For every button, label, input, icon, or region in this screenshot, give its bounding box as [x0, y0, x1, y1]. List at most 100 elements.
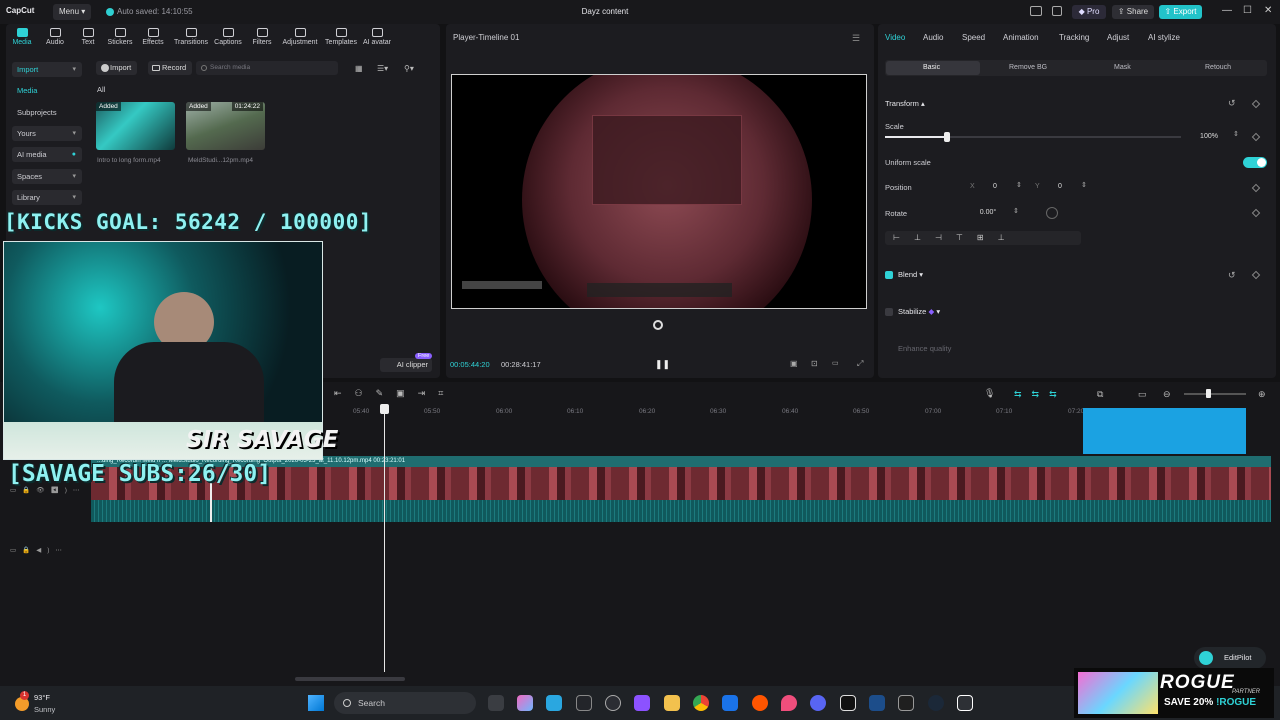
playhead-handle[interactable] [380, 404, 389, 414]
timeline-scrollbar[interactable] [295, 677, 405, 681]
media-item-thumbnail[interactable]: Added 01:24:22 [186, 102, 265, 150]
app-icon[interactable] [605, 695, 621, 711]
soundcloud-icon[interactable] [752, 695, 768, 711]
microphone-icon[interactable]: 🎙 [984, 388, 995, 399]
stepper-icon[interactable]: ⇕ [1013, 207, 1019, 215]
scale-value[interactable]: 100% [1192, 131, 1226, 143]
zoom-slider-handle[interactable] [1206, 389, 1211, 398]
fullscreen-quality-icon[interactable]: ▣ [790, 359, 798, 368]
copilot-icon[interactable] [517, 695, 533, 711]
grid-view-icon[interactable]: ▦ [355, 64, 363, 73]
filter-icon[interactable]: ⚲▾ [404, 64, 414, 73]
close-icon[interactable]: ✕ [1264, 5, 1272, 16]
zoom-out-icon[interactable]: ⊖ [1163, 389, 1171, 400]
scale-slider-handle[interactable] [944, 132, 951, 142]
sidebar-item-library[interactable]: Library ▾ [12, 190, 82, 205]
sidebar-item-import[interactable]: Import ▾ [12, 62, 82, 77]
maximize-icon[interactable]: ☐ [1243, 5, 1252, 16]
sidebar-item-subprojects[interactable]: Subprojects [12, 105, 82, 120]
windows-start-icon[interactable] [308, 695, 324, 711]
position-y-input[interactable]: 0 [1045, 181, 1075, 193]
ai-clipper-button[interactable]: AI clipper [380, 358, 432, 372]
reset-icon[interactable]: ↺ [1228, 270, 1236, 281]
file-explorer-icon[interactable] [664, 695, 680, 711]
shortcut-icon[interactable] [1052, 6, 1062, 16]
tab-ai-stylize[interactable]: AI stylize [1148, 33, 1180, 42]
sort-icon[interactable]: ☰▾ [377, 64, 388, 73]
blend-heading[interactable]: Blend ▾ [898, 270, 923, 279]
tab-templates[interactable]: Templates [323, 28, 359, 46]
rotate-dial-icon[interactable] [1046, 207, 1058, 219]
chrome-icon[interactable] [693, 695, 709, 711]
tab-audio-inspector[interactable]: Audio [923, 33, 943, 42]
stabilize-checkbox[interactable] [885, 308, 893, 316]
app-icon[interactable] [722, 695, 738, 711]
menu-button[interactable]: Menu ▾ [53, 4, 92, 20]
timeline-tools[interactable]: ⇤⚇✎▣⇥⌗ [334, 388, 456, 399]
rotate-handle-icon[interactable] [653, 320, 663, 330]
preview-axis-icon[interactable]: ⧉ [1097, 389, 1103, 400]
track-controls[interactable]: ▭🔒◀)⋯ [10, 546, 68, 554]
subtab-mask[interactable]: Mask [1114, 64, 1131, 71]
tab-transitions[interactable]: Transitions [172, 28, 210, 46]
subtab-remove-bg[interactable]: Remove BG [1009, 64, 1047, 71]
app-icon[interactable] [576, 695, 592, 711]
taskbar-search[interactable]: Search [334, 692, 476, 714]
tab-adjust[interactable]: Adjust [1107, 33, 1129, 42]
position-x-input[interactable]: 0 [980, 181, 1010, 193]
pro-button[interactable]: ◆ Pro [1072, 5, 1106, 19]
sidebar-item-spaces[interactable]: Spaces ▾ [12, 169, 82, 184]
layout-icon[interactable] [1030, 6, 1042, 16]
tab-speed[interactable]: Speed [962, 33, 985, 42]
zoom-in-icon[interactable]: ⊕ [1258, 389, 1266, 400]
reset-icon[interactable]: ↺ [1228, 98, 1236, 109]
discord-icon[interactable] [810, 695, 826, 711]
align-icons[interactable]: ⊢⊥⊣⊤⊞⊥ [893, 233, 1019, 242]
snap-link-icons[interactable]: ⇆⇆⇆ [1014, 389, 1067, 400]
stepper-icon[interactable]: ⇕ [1016, 181, 1022, 189]
video-preview[interactable] [451, 74, 867, 309]
steam-icon[interactable] [928, 695, 944, 711]
export-button[interactable]: ⇧ Export [1159, 5, 1202, 19]
playhead[interactable] [384, 404, 385, 672]
tab-effects[interactable]: Effects [136, 28, 170, 46]
subtab-basic[interactable]: Basic [923, 64, 940, 71]
capcut-active-icon[interactable] [957, 695, 973, 711]
stepper-icon[interactable]: ⇕ [1081, 181, 1087, 189]
capcut-icon[interactable] [840, 695, 856, 711]
tab-adjustment[interactable]: Adjustment [280, 28, 320, 46]
tab-animation[interactable]: Animation [1003, 33, 1039, 42]
tab-audio[interactable]: Audio [38, 28, 72, 46]
rotate-input[interactable]: 0.00° [968, 207, 1008, 219]
audio-waveform[interactable] [91, 500, 1271, 522]
crop-icon[interactable]: ⊡ [811, 359, 818, 368]
tab-filters[interactable]: Filters [245, 28, 279, 46]
stabilize-heading[interactable]: Stabilize ◆ ▾ [898, 307, 940, 316]
share-button[interactable]: ⇪ Share [1112, 5, 1154, 19]
tab-text[interactable]: Text [71, 28, 105, 46]
player-menu-icon[interactable]: ☰ [852, 33, 860, 44]
caption-icon[interactable]: ▭ [1138, 389, 1147, 400]
sidebar-item-ai-media[interactable]: AI media ● [12, 147, 82, 162]
subtab-retouch[interactable]: Retouch [1205, 64, 1231, 71]
tab-tracking[interactable]: Tracking [1059, 33, 1089, 42]
maps-icon[interactable] [781, 695, 797, 711]
sidebar-item-yours[interactable]: Yours ▾ [12, 126, 82, 141]
tab-ai-avatar[interactable]: AI avatar [361, 28, 393, 46]
uniform-scale-toggle[interactable] [1243, 157, 1267, 168]
meld-icon[interactable] [869, 695, 885, 711]
desktop-app-icon[interactable] [546, 695, 562, 711]
search-input[interactable]: Search media [196, 61, 338, 75]
expand-icon[interactable]: ⤢ [857, 359, 863, 369]
aspect-ratio-icon[interactable]: ▭ [832, 359, 839, 367]
transform-heading[interactable]: Transform ▴ [885, 99, 925, 108]
obs-icon[interactable] [898, 695, 914, 711]
task-view-icon[interactable] [488, 695, 504, 711]
sidebar-item-media[interactable]: Media [12, 83, 82, 98]
tab-video[interactable]: Video [885, 33, 905, 42]
scale-slider-track[interactable] [885, 136, 1181, 138]
track-controls[interactable]: ▭🔒👁◀)⋯ [10, 486, 85, 494]
tab-stickers[interactable]: Stickers [103, 28, 137, 46]
minimize-icon[interactable]: — [1222, 5, 1232, 16]
app-grid-icon[interactable] [634, 695, 650, 711]
